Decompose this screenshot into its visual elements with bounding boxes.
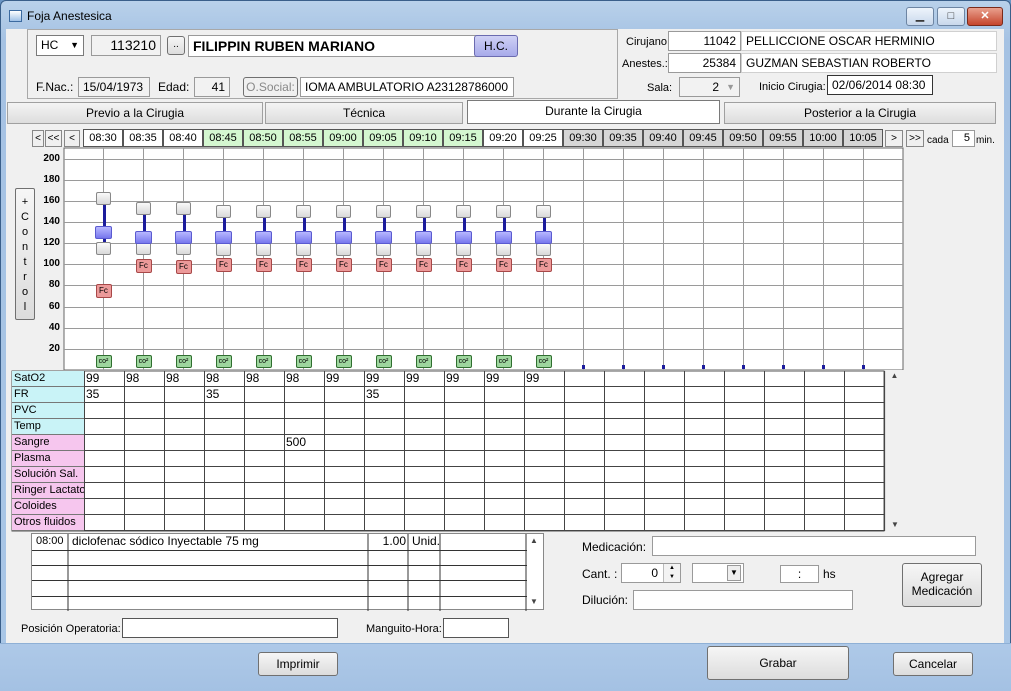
- grid-cell[interactable]: 35: [364, 387, 379, 403]
- cant-label: Cant. :: [582, 567, 618, 581]
- unit-select[interactable]: ▼: [692, 563, 744, 583]
- dilucion-field[interactable]: [633, 590, 853, 610]
- scroll-up-icon[interactable]: ▲: [886, 371, 903, 380]
- grid-cell[interactable]: 99: [484, 371, 499, 387]
- footer-bar: [0, 643, 1011, 691]
- grabar-button[interactable]: Grabar: [707, 646, 849, 680]
- med-unit: Unid.: [412, 534, 441, 548]
- grid-cell[interactable]: 99: [364, 371, 379, 387]
- grid-row-label: Ringer Lactato: [12, 483, 84, 499]
- med-time: 08:00: [36, 535, 64, 547]
- grid-row-label: PVC: [12, 403, 84, 419]
- grid-row-label: Solución Sal.: [12, 467, 84, 483]
- grid-cell[interactable]: 99: [524, 371, 539, 387]
- grid-cell[interactable]: 98: [284, 371, 299, 387]
- dilucion-label: Dilución:: [582, 593, 629, 607]
- grid-cell[interactable]: 35: [84, 387, 99, 403]
- chevron-down-icon: ▼: [727, 565, 741, 581]
- grid-row-label: Sangre: [12, 435, 84, 451]
- grid-row-label: Plasma: [12, 451, 84, 467]
- posicion-label: Posición Operatoria:: [21, 623, 121, 635]
- hour-field[interactable]: :: [780, 565, 819, 583]
- grid-scrollbar[interactable]: ▲ ▼: [885, 371, 903, 531]
- grid-cell[interactable]: 98: [164, 371, 179, 387]
- imprimir-button[interactable]: Imprimir: [258, 652, 338, 676]
- medication-list[interactable]: 08:00 diclofenac sódico Inyectable 75 mg…: [31, 533, 544, 611]
- cant-value: 0: [651, 566, 658, 580]
- grid-row-label: SatO2: [12, 371, 84, 387]
- grid-cell[interactable]: 98: [124, 371, 139, 387]
- grid-cell[interactable]: 99: [444, 371, 459, 387]
- manguito-field[interactable]: [443, 618, 509, 638]
- vitals-grid-lines: [11, 370, 885, 532]
- cancelar-button[interactable]: Cancelar: [893, 652, 973, 676]
- medicacion-field[interactable]: [652, 536, 976, 556]
- scroll-down-icon[interactable]: ▼: [886, 520, 904, 529]
- hs-label: hs: [823, 567, 836, 581]
- grid-row-label: Temp: [12, 419, 84, 435]
- stepper-down-icon[interactable]: ▼: [664, 573, 680, 582]
- stepper-up-icon[interactable]: ▲: [664, 564, 680, 573]
- grid-cell[interactable]: 99: [84, 371, 99, 387]
- medicacion-label: Medicación:: [582, 540, 647, 554]
- scroll-up-icon[interactable]: ▲: [530, 536, 538, 545]
- grid-row-label: Coloides: [12, 499, 84, 515]
- cant-stepper[interactable]: ▲ ▼: [663, 564, 680, 582]
- grid-cell[interactable]: 35: [204, 387, 219, 403]
- med-quantity: 1.00: [382, 534, 406, 548]
- med-description: diclofenac sódico Inyectable 75 mg: [72, 534, 259, 548]
- agregar-medicacion-label: Agregar Medicación: [911, 570, 973, 598]
- agregar-medicacion-button[interactable]: Agregar Medicación: [902, 563, 982, 607]
- manguito-label: Manguito-Hora:: [366, 623, 442, 635]
- grid-cell[interactable]: 500: [284, 435, 306, 451]
- scroll-down-icon[interactable]: ▼: [530, 597, 538, 606]
- grid-row-label: Otros fluidos: [12, 515, 84, 531]
- grid-cell[interactable]: 99: [324, 371, 339, 387]
- grid-cell[interactable]: 98: [204, 371, 219, 387]
- grid-cell[interactable]: 99: [404, 371, 419, 387]
- posicion-field[interactable]: [122, 618, 338, 638]
- grid-cell[interactable]: 98: [244, 371, 259, 387]
- grid-row-label: FR: [12, 387, 84, 403]
